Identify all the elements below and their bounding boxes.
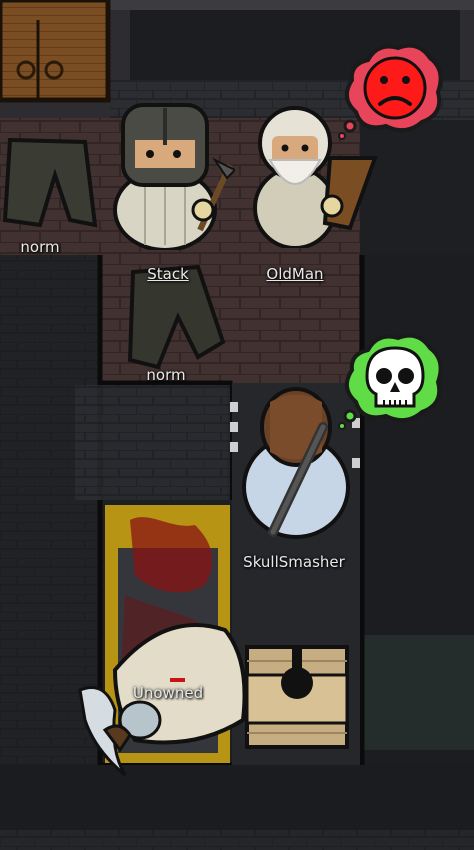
item-label-pants-2: norm	[146, 366, 186, 384]
sad-mood-bubble[interactable]	[338, 40, 448, 140]
sad-face-icon	[363, 56, 427, 120]
pawn-stack[interactable]	[105, 100, 235, 250]
pawn-label-stack[interactable]: Stack	[147, 265, 189, 283]
skull-mood-bubble[interactable]	[338, 330, 448, 430]
pawn-label-oldman[interactable]: OldMan	[266, 265, 323, 283]
game-viewport[interactable]: norm Stack OldMan norm SkullSmasher Unow…	[0, 0, 474, 850]
wooden-door	[0, 0, 111, 103]
item-label-corpse: Unowned	[132, 684, 204, 702]
skull-icon	[365, 346, 425, 408]
cannon-object[interactable]	[245, 645, 351, 749]
pawn-label-skullsmasher[interactable]: SkullSmasher	[243, 553, 345, 571]
item-label-pants-1: norm	[20, 238, 60, 256]
pants-item-1[interactable]	[0, 130, 100, 240]
